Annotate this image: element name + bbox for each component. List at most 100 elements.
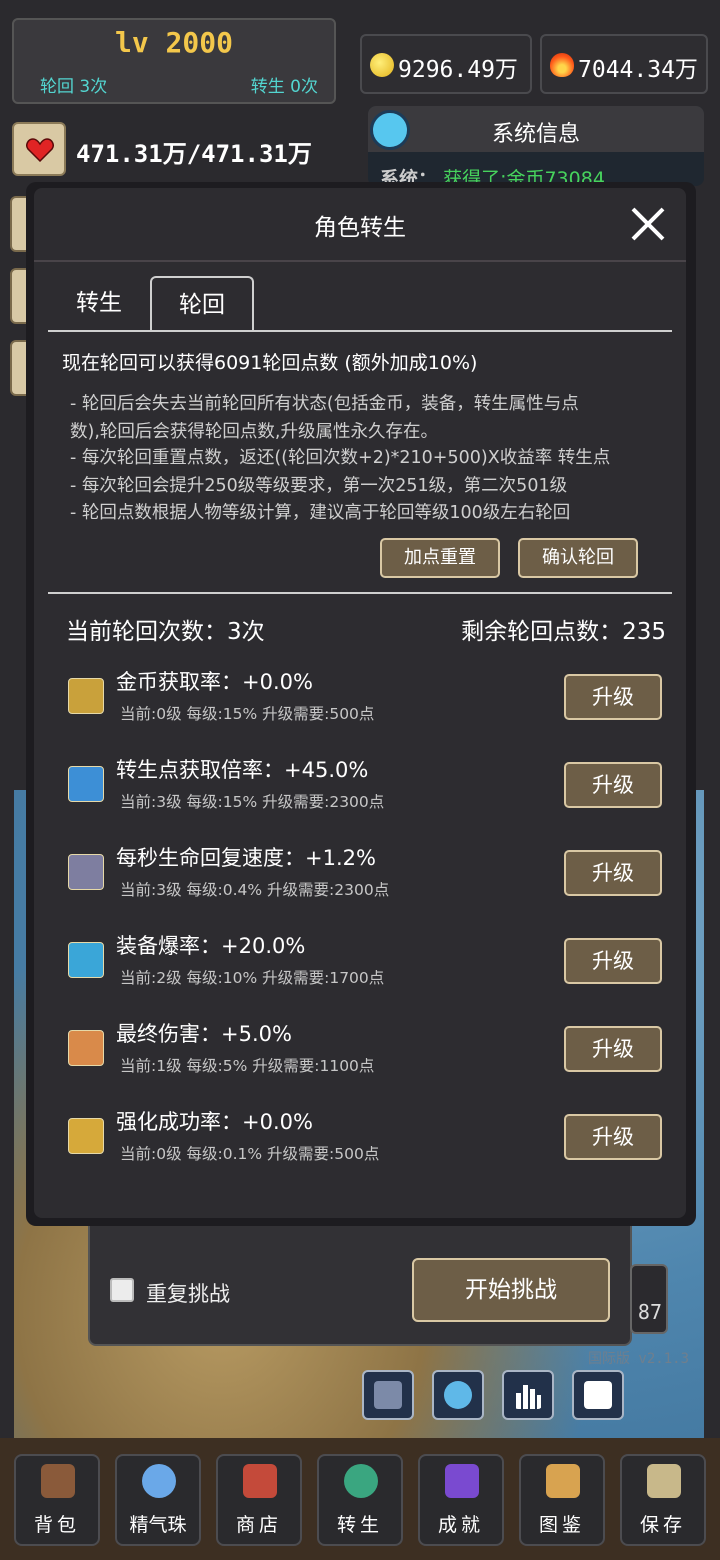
desc-line: 数),轮回后会获得轮回点数,升级属性永久存在。 (70, 422, 438, 442)
repeat-challenge-checkbox[interactable] (110, 1278, 134, 1302)
gain-points-text: 现在轮回可以获得6091轮回点数 (额外加成10%) (62, 352, 478, 374)
confirm-lunhui-button[interactable]: 确认轮回 (518, 538, 638, 578)
repeat-challenge-label: 重复挑战 (146, 1282, 230, 1306)
attr-info: 当前:2级 每级:10% 升级需要:1700点 (120, 969, 385, 987)
attr-name: 每秒生命回复速度：+1.2% (116, 846, 376, 870)
rebirth-rate-icon (68, 766, 104, 802)
scroll-icon (546, 1464, 580, 1498)
rebirth-modal: 角色转生 转生 轮回 现在轮回可以获得6091轮回点数 (额外加成10%) - … (34, 188, 686, 1218)
nav-label: 保存 (639, 1514, 686, 1536)
nav-label: 背包 (33, 1514, 80, 1536)
desc-line: - 轮回后会失去当前轮回所有状态(包括金币，装备，转生属性与点 (70, 394, 579, 414)
upgrade-button[interactable]: 升级 (564, 674, 662, 720)
tab-divider (48, 330, 672, 332)
coin-icon (370, 53, 394, 77)
shop-icon (243, 1464, 277, 1498)
fire-display: 7044.34万 (540, 34, 708, 94)
fire-value: 7044.34万 (578, 57, 698, 83)
challenge-dialog: 重复挑战 开始挑战 (88, 1210, 632, 1346)
nav-label: 精气珠 (129, 1514, 187, 1536)
nav-label: 图鉴 (538, 1514, 585, 1536)
bar-chart-icon (516, 1385, 541, 1409)
attr-row-rebirth-rate: 转生点获取倍率：+45.0% 当前:3级 每级:15% 升级需要:2300点 升… (34, 752, 686, 832)
attr-row-drop-rate: 装备爆率：+20.0% 当前:2级 每级:10% 升级需要:1700点 升级 (34, 928, 686, 1008)
coin-value: 9296.49万 (398, 57, 518, 83)
title-divider (34, 260, 686, 262)
upgrade-button[interactable]: 升级 (564, 938, 662, 984)
heart-icon (26, 138, 54, 162)
upgrade-button[interactable]: 升级 (564, 850, 662, 896)
current-lunhui-count: 当前轮回次数：3次 (66, 619, 265, 645)
desc-line: - 每次轮回会提升250级等级要求，第一次251级，第二次501级 (70, 476, 568, 496)
hp-row: 471.31万/471.31万 (12, 122, 338, 176)
tab-lunhui[interactable]: 轮回 (150, 276, 254, 332)
tab-zhuansheng[interactable]: 转生 (64, 276, 134, 332)
attr-row-final-damage: 最终伤害：+5.0% 当前:1级 每级:5% 升级需要:1100点 升级 (34, 1016, 686, 1096)
castle-icon (374, 1381, 402, 1409)
attr-info: 当前:3级 每级:0.4% 升级需要:2300点 (120, 881, 390, 899)
desc-line: - 轮回点数根据人物等级计算，建议高于轮回等级100级左右轮回 (70, 503, 571, 523)
stats-button[interactable] (502, 1370, 554, 1420)
attr-row-hp-regen: 每秒生命回复速度：+1.2% 当前:3级 每级:0.4% 升级需要:2300点 … (34, 840, 686, 920)
attr-info: 当前:1级 每级:5% 升级需要:1100点 (120, 1057, 375, 1075)
nav-label: 转生 (336, 1514, 383, 1536)
attr-info: 当前:0级 每级:0.1% 升级需要:500点 (120, 1145, 380, 1163)
attr-name: 转生点获取倍率：+45.0% (116, 758, 369, 782)
system-info-header: 系统信息 (368, 106, 704, 152)
zhuansheng-count: 转生 0次 (250, 77, 318, 97)
upgrade-button[interactable]: 升级 (564, 762, 662, 808)
start-challenge-button[interactable]: 开始挑战 (412, 1258, 610, 1322)
nav-shop[interactable]: 商店 (216, 1454, 302, 1546)
nav-achievement[interactable]: 成就 (418, 1454, 504, 1546)
bottom-nav: 背包 精气珠 商店 转生 成就 图鉴 保存 (0, 1438, 720, 1560)
upgrade-button[interactable]: 升级 (564, 1114, 662, 1160)
attr-row-coin-rate: 金币获取率：+0.0% 当前:0级 每级:15% 升级需要:500点 升级 (34, 664, 686, 744)
nav-bag[interactable]: 背包 (14, 1454, 100, 1546)
orb-icon (142, 1464, 176, 1498)
lunhui-count: 轮回 3次 (40, 77, 108, 97)
bag-icon (41, 1464, 75, 1498)
castle-button[interactable] (362, 1370, 414, 1420)
hp-regen-icon (68, 854, 104, 890)
section-divider (48, 592, 672, 594)
attr-info: 当前:3级 每级:15% 升级需要:2300点 (120, 793, 385, 811)
nav-codex[interactable]: 图鉴 (519, 1454, 605, 1546)
modal-title: 角色转生 (314, 215, 406, 241)
drop-rate-icon (68, 942, 104, 978)
attr-info: 当前:0级 每级:15% 升级需要:500点 (120, 705, 375, 723)
nav-rebirth[interactable]: 转生 (317, 1454, 403, 1546)
nav-save[interactable]: 保存 (620, 1454, 706, 1546)
enhance-rate-icon (68, 1118, 104, 1154)
system-info-title: 系统信息 (491, 122, 580, 147)
attr-name: 金币获取率：+0.0% (116, 670, 313, 694)
upgrade-button[interactable]: 升级 (564, 1026, 662, 1072)
level-panel: lv 2000 轮回 3次 转生 0次 (12, 18, 336, 104)
level-text: lv 2000 (114, 26, 233, 59)
book-icon (445, 1464, 479, 1498)
coin-display: 9296.49万 (360, 34, 532, 94)
hp-text: 471.31万/471.31万 (76, 140, 312, 168)
system-info-panel: 系统信息 系统： 获得了:金币73084 (368, 106, 704, 190)
close-icon[interactable] (628, 204, 668, 244)
coin-rate-icon (68, 678, 104, 714)
final-damage-icon (68, 1030, 104, 1066)
fire-icon (550, 53, 574, 77)
stage-badge[interactable]: 87 (630, 1264, 668, 1334)
nav-label: 商店 (235, 1514, 282, 1536)
desc-line: - 每次轮回重置点数，返还((轮回次数+2)*210+500)X收益率 转生点 (70, 448, 611, 468)
heart-button[interactable] (12, 122, 66, 176)
save-scroll-icon (647, 1464, 681, 1498)
version-text: 国际版 v2.1.3 (588, 1351, 690, 1367)
reset-points-button[interactable]: 加点重置 (380, 538, 500, 578)
nav-orb[interactable]: 精气珠 (115, 1454, 201, 1546)
attr-name: 装备爆率：+20.0% (116, 934, 306, 958)
attr-name: 强化成功率：+0.0% (116, 1110, 313, 1134)
nav-label: 成就 (437, 1514, 484, 1536)
attr-name: 最终伤害：+5.0% (116, 1022, 292, 1046)
globe-icon (344, 1464, 378, 1498)
speaker-button[interactable] (432, 1370, 484, 1420)
attr-row-enhance-rate: 强化成功率：+0.0% 当前:0级 每级:0.1% 升级需要:500点 升级 (34, 1104, 686, 1184)
speaker-icon (444, 1381, 472, 1409)
bookmark-button[interactable] (572, 1370, 624, 1420)
remaining-points: 剩余轮回点数：235 (461, 619, 666, 645)
